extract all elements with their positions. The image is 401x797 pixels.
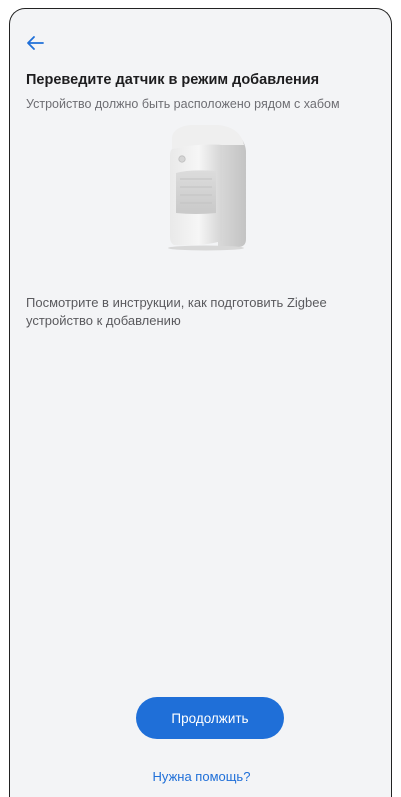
page-title: Переведите датчик в режим добавления [26, 72, 320, 88]
continue-button[interactable]: Продолжить [136, 697, 284, 739]
screen: Переведите датчик в режим добавления Уст… [9, 8, 392, 797]
motion-sensor-image [168, 125, 246, 251]
page-subtitle: Устройство должно быть расположено рядом… [26, 97, 340, 111]
instruction-text: Посмотрите в инструкции, как подготовить… [26, 295, 327, 328]
back-button[interactable] [26, 31, 54, 55]
phone-frame: Переведите датчик в режим добавления Уст… [0, 0, 401, 797]
arrow-left-icon [27, 36, 44, 50]
help-link[interactable]: Нужна помощь? [10, 769, 391, 784]
